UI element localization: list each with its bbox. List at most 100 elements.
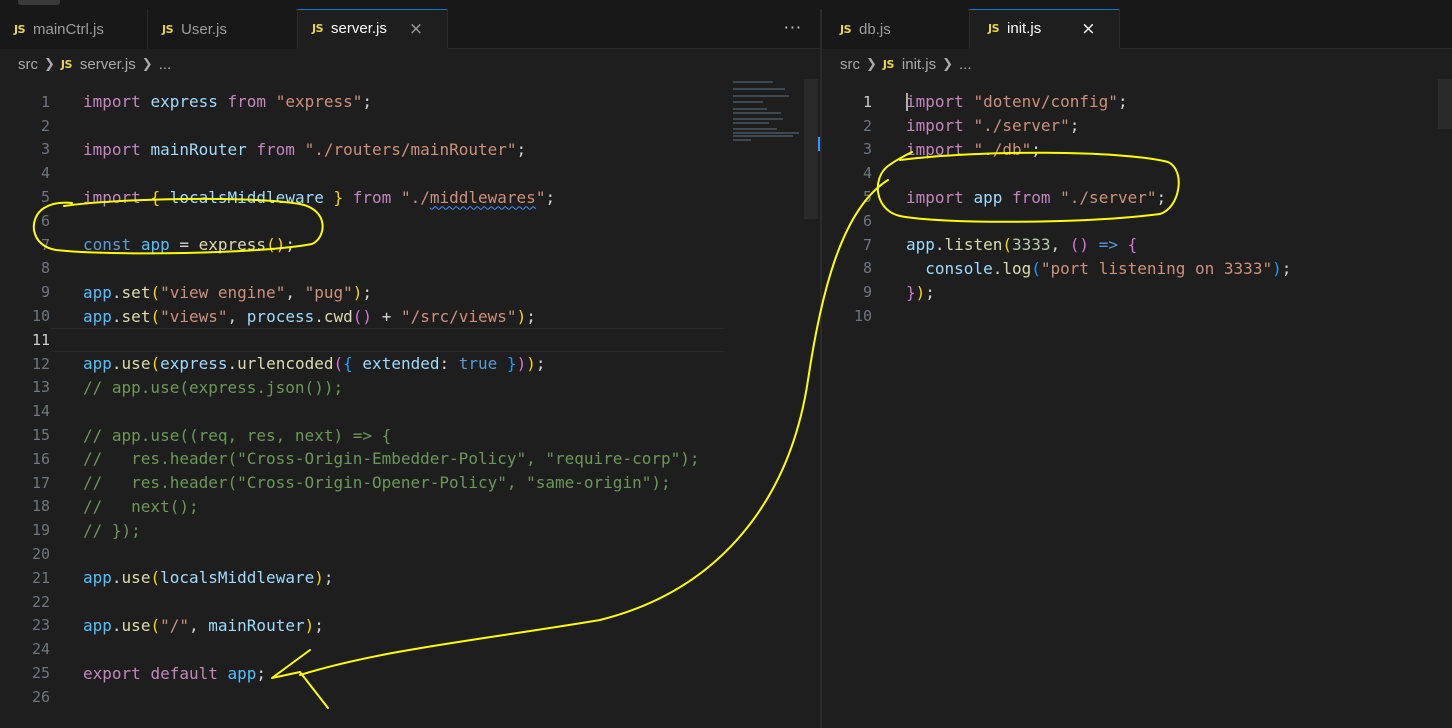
- code-line: 6: [0, 209, 820, 233]
- line-number: 17: [31, 473, 50, 492]
- line-number: 6: [40, 211, 50, 230]
- code-line: 4: [822, 161, 1452, 185]
- code-text: app.listen(3333, () => {: [906, 235, 1138, 255]
- code-line: 18 // next();: [0, 495, 820, 519]
- line-number: 3: [40, 140, 50, 159]
- line-number: 11: [31, 330, 50, 349]
- line-number: 7: [862, 235, 872, 254]
- line-number: 8: [862, 259, 872, 278]
- tab-mainctrl-js[interactable]: JS mainCtrl.js: [0, 9, 148, 49]
- code-line: 12 app.use(express.urlencoded({ extended:…: [0, 352, 820, 376]
- code-line: 5 import { localsMiddleware } from "./mid…: [0, 185, 820, 209]
- line-number: 6: [862, 211, 872, 230]
- breadcrumb-folder[interactable]: src: [840, 56, 860, 73]
- breadcrumb-folder[interactable]: src: [18, 56, 38, 73]
- tab-label: server.js: [331, 20, 387, 37]
- code-text: export default app;: [83, 663, 267, 683]
- js-file-icon: JS: [60, 57, 73, 71]
- code-line: 10 app.set("views", process.cwd() + "/src…: [0, 304, 820, 328]
- code-editor-init-js[interactable]: 1 import "dotenv/config"; 2 import "./serv…: [822, 90, 1452, 328]
- code-line: 8 console.log("port listening on 3333");: [822, 257, 1452, 281]
- code-text: app.use("/", mainRouter);: [83, 615, 324, 635]
- code-text: import "./db";: [906, 139, 1041, 159]
- title-strip: [0, 0, 1452, 9]
- code-line: 10: [822, 304, 1452, 328]
- code-line: 14: [0, 399, 820, 423]
- close-icon[interactable]: ×: [1081, 19, 1095, 39]
- line-number: 19: [31, 521, 50, 540]
- chevron-right-icon: ❯: [141, 56, 153, 72]
- code-line: 7 app.listen(3333, () => {: [822, 233, 1452, 257]
- close-icon[interactable]: ×: [409, 19, 423, 39]
- vertical-scrollbar[interactable]: [1438, 79, 1452, 129]
- chevron-right-icon: ❯: [866, 56, 877, 72]
- code-text: import app from "./server";: [906, 187, 1167, 207]
- breadcrumb-symbol[interactable]: ...: [159, 56, 172, 73]
- code-line: 3 import "./db";: [822, 138, 1452, 162]
- code-line: 19 // });: [0, 518, 820, 542]
- tab-init-js[interactable]: JS init.js ×: [970, 9, 1120, 49]
- line-number: 3: [862, 140, 872, 159]
- code-line: 20: [0, 542, 820, 566]
- line-number: 22: [31, 592, 50, 611]
- code-text: import express from "express";: [83, 92, 373, 112]
- code-line: 13 // app.use(express.json());: [0, 376, 820, 400]
- line-number: 1: [40, 92, 50, 111]
- code-editor-server-js[interactable]: 1 import express from "express"; 2 3 impor…: [0, 90, 820, 709]
- code-line: 16 // res.header("Cross-Origin-Embedder-P…: [0, 447, 820, 471]
- tab-server-js[interactable]: JS server.js ×: [298, 9, 448, 49]
- code-line: 26: [0, 685, 820, 709]
- code-text: const app = express();: [83, 235, 295, 255]
- line-number: 13: [31, 378, 50, 397]
- editor-pane-right: JS db.js JS init.js × src ❯ JS init.js ❯…: [822, 9, 1452, 728]
- tab-user-js[interactable]: JS User.js: [148, 9, 298, 49]
- line-number: 4: [40, 164, 50, 183]
- window-grip: [18, 0, 60, 5]
- code-text: app.use(express.urlencoded({ extended: t…: [83, 354, 546, 374]
- code-line: 7 const app = express();: [0, 233, 820, 257]
- line-number: 5: [862, 188, 872, 207]
- chevron-right-icon: ❯: [44, 56, 55, 72]
- code-line-current: 1 import "dotenv/config";: [822, 90, 1452, 114]
- breadcrumb-symbol[interactable]: ...: [959, 56, 972, 73]
- code-comment: // res.header("Cross-Origin-Opener-Polic…: [83, 473, 671, 493]
- tab-bar-left: JS mainCtrl.js JS User.js JS server.js ×…: [0, 9, 820, 49]
- line-number: 5: [40, 188, 50, 207]
- line-number: 26: [31, 687, 50, 706]
- code-comment: // app.use((req, res, next) => {: [83, 425, 392, 445]
- code-text: console.log("port listening on 3333");: [925, 258, 1292, 278]
- code-line-current: 11: [0, 327, 820, 352]
- js-file-icon: JS: [988, 22, 1000, 35]
- code-line: 9 app.set("view engine", "pug");: [0, 280, 820, 304]
- minimap[interactable]: [733, 81, 803, 141]
- breadcrumb: src ❯ JS init.js ❯ ...: [822, 49, 1452, 79]
- code-line: 24: [0, 637, 820, 661]
- line-number: 25: [31, 664, 50, 683]
- code-text: import "./server";: [906, 116, 1080, 136]
- code-comment: // app.use(express.json());: [83, 377, 344, 397]
- breadcrumb-file[interactable]: server.js: [80, 56, 136, 73]
- js-file-icon: JS: [162, 22, 174, 36]
- code-line: 6: [822, 209, 1452, 233]
- code-text: import "dotenv/config";: [906, 92, 1128, 112]
- js-file-icon: JS: [312, 22, 324, 35]
- code-line: 8: [0, 257, 820, 281]
- breadcrumb-file[interactable]: init.js: [902, 56, 936, 73]
- code-text: import { localsMiddleware } from "./midd…: [83, 187, 556, 207]
- line-number: 18: [31, 497, 50, 516]
- code-line: 17 // res.header("Cross-Origin-Opener-Pol…: [0, 471, 820, 495]
- code-line: 4: [0, 161, 820, 185]
- vertical-scrollbar[interactable]: [804, 79, 818, 219]
- line-number: 23: [31, 616, 50, 635]
- chevron-right-icon: ❯: [942, 56, 954, 72]
- tab-db-js[interactable]: JS db.js: [822, 9, 970, 49]
- line-number: 14: [31, 402, 50, 421]
- breadcrumb: src ❯ JS server.js ❯ ...: [0, 49, 820, 79]
- more-actions-icon[interactable]: ···: [784, 18, 802, 37]
- line-number: 10: [853, 307, 872, 326]
- line-number: 9: [40, 283, 50, 302]
- tab-bar-right: JS db.js JS init.js ×: [822, 9, 1452, 49]
- code-line: 2: [0, 114, 820, 138]
- code-line: 5 import app from "./server";: [822, 185, 1452, 209]
- line-number: 7: [40, 235, 50, 254]
